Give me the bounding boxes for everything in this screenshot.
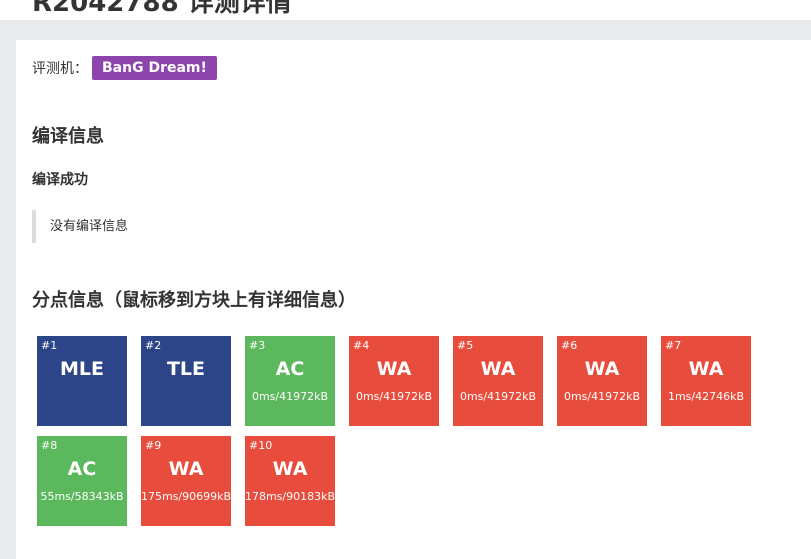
test-time-memory: 0ms/41972kB xyxy=(251,390,329,403)
test-tile[interactable]: #7 WA 1ms/42746kB xyxy=(661,336,751,426)
test-number: #7 xyxy=(665,339,682,352)
test-time-memory: 0ms/41972kB xyxy=(563,390,641,403)
test-tile[interactable]: #10 WA 178ms/90183kB xyxy=(245,436,335,526)
test-status: WA xyxy=(272,458,308,480)
record-detail-panel: 评测机： BanG Dream! 编译信息 编译成功 没有编译信息 分点信息（鼠… xyxy=(16,40,811,559)
test-tile[interactable]: #8 AC 55ms/58343kB xyxy=(37,436,127,526)
test-status: AC xyxy=(275,358,305,380)
test-time-memory: 0ms/41972kB xyxy=(355,390,433,403)
test-number: #4 xyxy=(353,339,370,352)
compile-status: 编译成功 xyxy=(32,172,88,188)
test-number: #10 xyxy=(249,439,273,452)
test-number: #5 xyxy=(457,339,474,352)
test-status: WA xyxy=(376,358,412,380)
test-status: WA xyxy=(480,358,516,380)
test-time-memory: 1ms/42746kB xyxy=(667,390,745,403)
test-number: #3 xyxy=(249,339,266,352)
judger-row: 评测机： BanG Dream! xyxy=(32,56,217,80)
test-status: WA xyxy=(584,358,620,380)
compile-message: 没有编译信息 xyxy=(32,210,390,243)
test-number: #8 xyxy=(41,439,58,452)
test-tile[interactable]: #5 WA 0ms/41972kB xyxy=(453,336,543,426)
compile-section-title: 编译信息 xyxy=(32,126,104,147)
test-time-memory: 175ms/90699kB xyxy=(140,490,232,503)
subtask-section-title: 分点信息（鼠标移到方块上有详细信息） xyxy=(32,290,356,311)
test-tile[interactable]: #1 MLE xyxy=(37,336,127,426)
page-title: R2042788 详测详情 xyxy=(32,0,292,18)
test-number: #9 xyxy=(145,439,162,452)
judger-label: 评测机： xyxy=(32,61,88,77)
test-tile[interactable]: #3 AC 0ms/41972kB xyxy=(245,336,335,426)
test-number: #6 xyxy=(561,339,578,352)
test-time-memory: 55ms/58343kB xyxy=(40,490,124,503)
test-tile[interactable]: #2 TLE xyxy=(141,336,231,426)
test-number: #1 xyxy=(41,339,58,352)
test-time-memory: 178ms/90183kB xyxy=(244,490,336,503)
test-status: TLE xyxy=(166,358,206,380)
test-status: WA xyxy=(688,358,724,380)
test-time-memory: 0ms/41972kB xyxy=(459,390,537,403)
test-tile[interactable]: #9 WA 175ms/90699kB xyxy=(141,436,231,526)
test-number: #2 xyxy=(145,339,162,352)
test-status: WA xyxy=(168,458,204,480)
judger-badge[interactable]: BanG Dream! xyxy=(92,56,217,80)
test-status: MLE xyxy=(60,358,104,380)
test-tile[interactable]: #4 WA 0ms/41972kB xyxy=(349,336,439,426)
test-status: AC xyxy=(67,458,97,480)
test-tile[interactable]: #6 WA 0ms/41972kB xyxy=(557,336,647,426)
header-strip: R2042788 详测详情 xyxy=(0,0,811,20)
